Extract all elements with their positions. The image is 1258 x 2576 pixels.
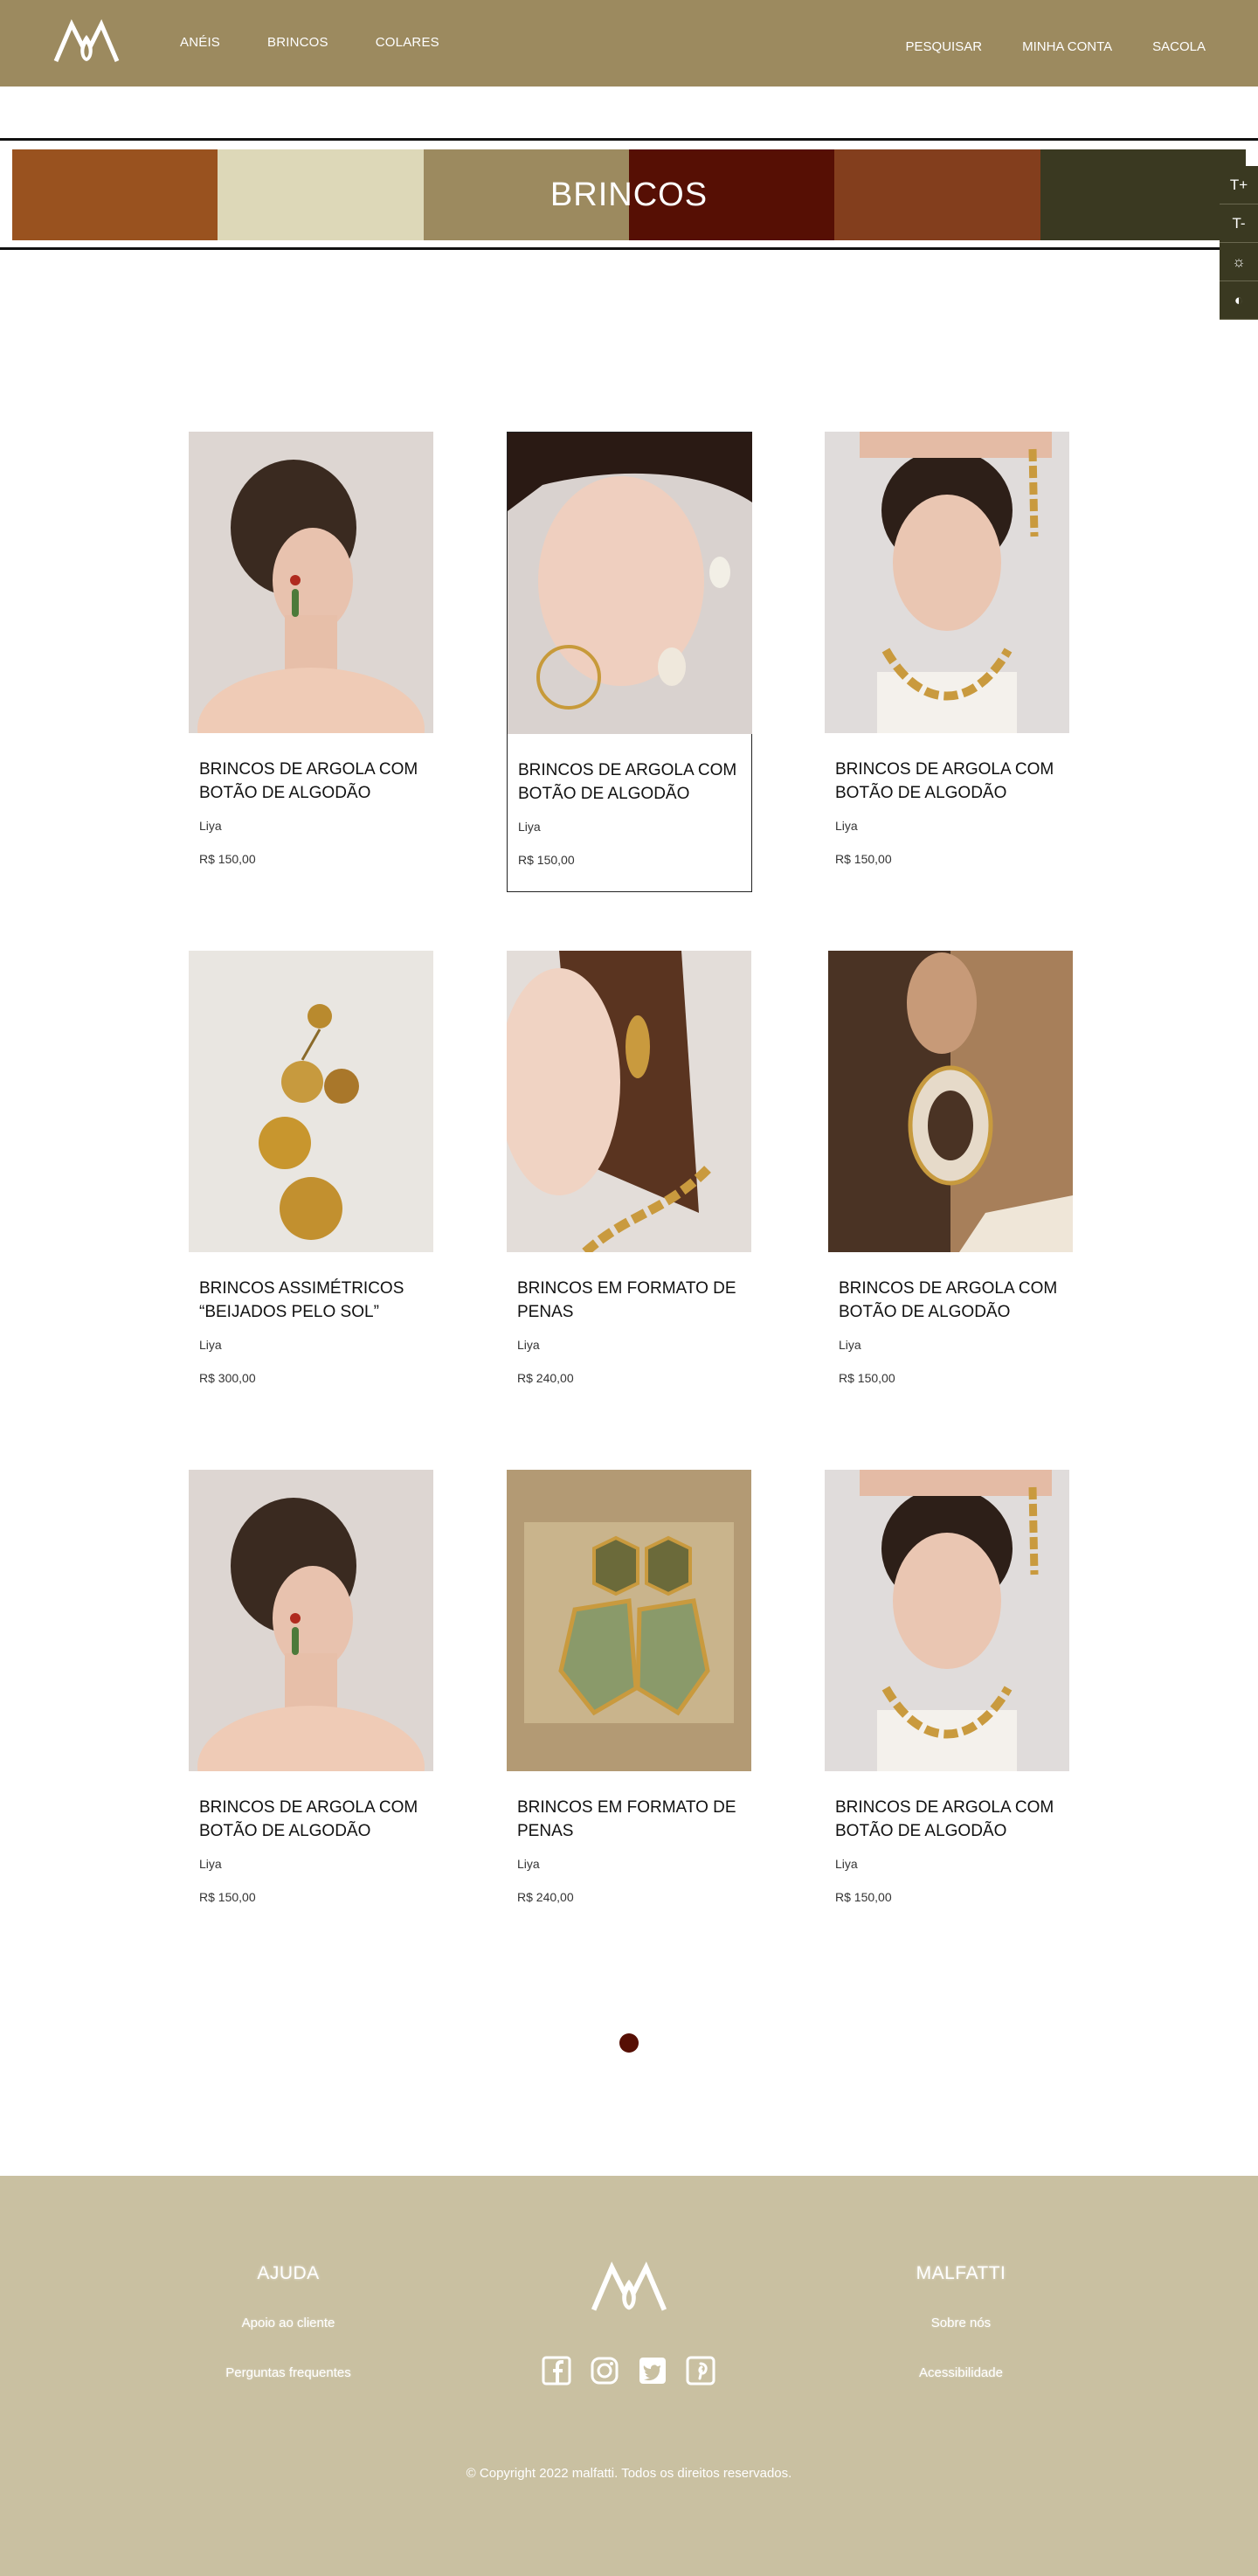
contrast-icon[interactable]: ◐ [1220,281,1258,320]
banner-bottom-rule [0,247,1258,250]
product-image[interactable] [507,1470,751,1771]
product-price: R$ 150,00 [839,1371,895,1385]
product-card[interactable]: BRINCOS ASSIMÉTRICOS “BEIJADOS PELO SOL”… [189,951,434,1410]
product-price: R$ 150,00 [518,853,575,867]
swatch [218,149,424,240]
social-links [542,2356,715,2386]
footer-brand-column: MALFATTI Sobre nós Acessibilidade [874,2263,1048,2415]
copyright-text: © Copyright 2022 malfatti. Todos os dire… [466,2466,792,2481]
product-card[interactable]: BRINCOS DE ARGOLA COM BOTÃO DE ALGODÃO L… [828,951,1074,1410]
swatch [12,149,218,240]
decrease-text-button[interactable]: T- [1220,204,1258,243]
pagination-dot[interactable] [619,2033,639,2053]
twitter-icon[interactable] [638,2356,667,2386]
footer-link-faq[interactable]: Perguntas frequentes [201,2365,376,2380]
product-image[interactable] [189,951,433,1252]
product-title[interactable]: BRINCOS DE ARGOLA COM BOTÃO DE ALGODÃO [518,758,741,806]
pinterest-icon[interactable] [686,2356,715,2386]
product-brand: Liya [517,1338,540,1352]
product-card[interactable]: BRINCOS DE ARGOLA COM BOTÃO DE ALGODÃO L… [825,1470,1070,1929]
swatch [423,149,629,240]
product-price: R$ 300,00 [199,1371,256,1385]
product-image[interactable] [828,951,1073,1252]
product-brand: Liya [517,1857,540,1871]
banner-top-rule [0,138,1258,141]
footer-link-acessibilidade[interactable]: Acessibilidade [874,2365,1048,2380]
utility-nav: PESQUISAR MINHA CONTA SACOLA [866,39,1206,54]
product-image[interactable] [507,951,751,1252]
facebook-icon[interactable] [542,2356,571,2386]
product-image[interactable] [189,1470,433,1771]
nav-pesquisar[interactable]: PESQUISAR [906,39,983,54]
product-card[interactable]: BRINCOS DE ARGOLA COM BOTÃO DE ALGODÃO L… [507,432,752,892]
product-brand: Liya [839,1338,861,1352]
footer-logo[interactable] [587,2261,671,2314]
product-brand: Liya [835,1857,858,1871]
product-card[interactable]: BRINCOS DE ARGOLA COM BOTÃO DE ALGODÃO L… [189,432,434,891]
product-title[interactable]: BRINCOS DE ARGOLA COM BOTÃO DE ALGODÃO [835,1796,1060,1843]
nav-aneis[interactable]: ANÉIS [180,35,220,50]
product-image[interactable] [825,1470,1069,1771]
product-title[interactable]: BRINCOS DE ARGOLA COM BOTÃO DE ALGODÃO [199,1796,424,1843]
product-image[interactable] [189,432,433,733]
product-price: R$ 150,00 [199,1890,256,1904]
brightness-icon[interactable]: ☼ [1220,243,1258,281]
product-image[interactable] [508,433,752,734]
nav-brincos[interactable]: BRINCOS [267,35,328,50]
product-price: R$ 150,00 [199,852,256,866]
product-brand: Liya [518,820,541,834]
page: ANÉIS BRINCOS COLARES PESQUISAR MINHA CO… [0,0,1258,2576]
product-price: R$ 240,00 [517,1890,574,1904]
product-brand: Liya [199,1857,222,1871]
product-brand: Liya [835,819,858,833]
product-price: R$ 150,00 [835,1890,892,1904]
product-price: R$ 150,00 [835,852,892,866]
footer-link-apoio[interactable]: Apoio ao cliente [201,2316,376,2330]
accessibility-toolbar: T+ T- ☼ ◐ [1220,166,1258,320]
product-title[interactable]: BRINCOS DE ARGOLA COM BOTÃO DE ALGODÃO [839,1277,1063,1324]
product-image[interactable] [825,432,1069,733]
product-card[interactable]: BRINCOS DE ARGOLA COM BOTÃO DE ALGODÃO L… [189,1470,434,1929]
product-brand: Liya [199,819,222,833]
footer-brand-heading: MALFATTI [916,2263,1006,2283]
product-card[interactable]: BRINCOS DE ARGOLA COM BOTÃO DE ALGODÃO L… [825,432,1070,891]
product-brand: Liya [199,1338,222,1352]
instagram-icon[interactable] [590,2356,619,2386]
product-card[interactable]: BRINCOS EM FORMATO DE PENAS Liya R$ 240,… [507,951,752,1410]
nav-sacola[interactable]: SACOLA [1152,39,1206,54]
product-price: R$ 240,00 [517,1371,574,1385]
increase-text-button[interactable]: T+ [1220,166,1258,204]
footer-link-sobre[interactable]: Sobre nós [874,2316,1048,2330]
brand-logo[interactable] [51,19,122,65]
product-title[interactable]: BRINCOS DE ARGOLA COM BOTÃO DE ALGODÃO [199,758,424,805]
swatch [628,149,835,240]
product-title[interactable]: BRINCOS EM FORMATO DE PENAS [517,1796,742,1843]
footer-help-heading: AJUDA [257,2263,320,2283]
footer-help-column: AJUDA Apoio ao cliente Perguntas frequen… [201,2263,376,2415]
product-card[interactable]: BRINCOS EM FORMATO DE PENAS Liya R$ 240,… [507,1470,752,1929]
product-title[interactable]: BRINCOS EM FORMATO DE PENAS [517,1277,742,1324]
nav-minha-conta[interactable]: MINHA CONTA [1022,39,1112,54]
product-title[interactable]: BRINCOS ASSIMÉTRICOS “BEIJADOS PELO SOL” [199,1277,424,1324]
swatch [834,149,1040,240]
swatch [1040,149,1246,240]
product-title[interactable]: BRINCOS DE ARGOLA COM BOTÃO DE ALGODÃO [835,758,1060,805]
main-nav: ANÉIS BRINCOS COLARES [180,35,487,50]
nav-colares[interactable]: COLARES [376,35,439,50]
site-header: ANÉIS BRINCOS COLARES PESQUISAR MINHA CO… [0,0,1258,87]
color-banner [12,149,1246,240]
